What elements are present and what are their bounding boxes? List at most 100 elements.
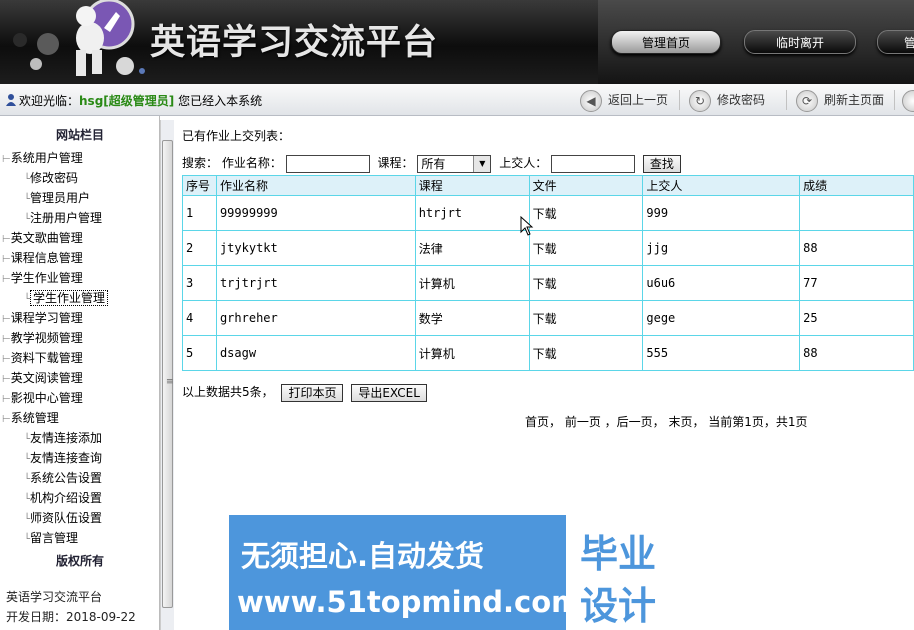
sidebar-group-courses[interactable]: ⊢课程信息管理 [2, 249, 83, 266]
sidebar-item-org-intro[interactable]: └机构介绍设置 [24, 489, 102, 506]
cell-index: 1 [182, 195, 217, 231]
toolbar-divider [894, 90, 895, 110]
sidebar-group-label: 系统用户管理 [10, 151, 83, 165]
homework-table: 序号 作业名称 课程 文件 上交人 成绩 1 99999999 htrjrt 下… [182, 175, 914, 371]
sidebar-item-teachers[interactable]: └师资队伍设置 [24, 509, 102, 526]
column-header: 作业名称 [215, 175, 416, 196]
list-title: 已有作业上交列表： [182, 129, 291, 143]
column-header: 上交人 [642, 175, 801, 196]
sidebar-item-link-add[interactable]: └友情连接添加 [24, 429, 102, 446]
course-select[interactable]: 所有 ▼ [417, 154, 492, 173]
cell-name: dsagw [215, 335, 416, 371]
sidebar-group-label: 影视中心管理 [10, 391, 83, 405]
more-toolbar-button[interactable] [902, 87, 914, 113]
sidebar-group-movies[interactable]: ⊢影视中心管理 [2, 389, 83, 406]
homework-name-label: 作业名称： [221, 156, 282, 170]
welcome-message: 欢迎光临：hsg[超级管理员] 您已经入本系统 [5, 92, 262, 109]
watermark-badge: 毕业 设计 [566, 515, 684, 630]
refresh-main-label: 刷新主页面 [824, 93, 885, 107]
tree-connector-icon: ⊢ [2, 354, 11, 365]
username: hsg[超级管理员] [79, 94, 175, 108]
submitter-input[interactable] [551, 154, 636, 173]
sidebar-item-announcement[interactable]: └系统公告设置 [24, 469, 102, 486]
column-header: 成绩 [799, 175, 914, 196]
submitter-label: 上交人： [499, 156, 548, 170]
sidebar-group-system-users[interactable]: ⊢系统用户管理 [2, 149, 83, 166]
mouse-cursor-icon [520, 216, 534, 236]
column-header: 课程 [414, 175, 530, 196]
tree-connector-icon: ⊢ [2, 154, 11, 165]
watermark-banner: 无须担心.自动发货 www.51topmind.com 毕业 设计 [229, 515, 684, 630]
back-button[interactable]: ◀ 返回上一页 [580, 87, 668, 113]
search-button[interactable]: 查找 [642, 154, 681, 173]
tree-connector-icon: ⊢ [2, 254, 11, 265]
sidebar-scrollbar[interactable]: ≡ [160, 120, 174, 630]
sidebar-item-admin-users[interactable]: └管理员用户 [24, 189, 90, 206]
sidebar-item-link-query[interactable]: └友情连接查询 [24, 449, 102, 466]
nav-home-button[interactable]: 管理首页 [611, 30, 721, 54]
sidebar-item-label: 留言管理 [30, 531, 79, 545]
refresh-circle-icon: ↻ [689, 89, 711, 112]
header-banner: 英语学习交流平台 管理首页 临时离开 管 [0, 0, 914, 84]
cell-submitter: 555 [642, 335, 801, 371]
pagination[interactable]: 首页， 前一页 ，后一页， 末页， 当前第1页，共1页 [525, 413, 808, 430]
sidebar-item-label: 管理员用户 [30, 191, 91, 205]
download-link[interactable]: 下载 [528, 300, 644, 336]
download-link[interactable]: 下载 [528, 195, 644, 231]
cell-score: 25 [799, 300, 914, 336]
sidebar-group-label: 课程学习管理 [10, 311, 83, 325]
export-excel-button[interactable]: 导出EXCEL [351, 383, 427, 402]
toolbar-divider [679, 90, 680, 110]
scroll-grip-icon: ≡ [166, 377, 174, 387]
sidebar-group-downloads[interactable]: ⊢资料下载管理 [2, 349, 83, 366]
more-icon [902, 89, 914, 112]
cell-index: 4 [182, 300, 217, 336]
tree-connector-icon: ⊢ [2, 314, 11, 325]
sidebar-group-songs[interactable]: ⊢英文歌曲管理 [2, 229, 83, 246]
sidebar-group-reading[interactable]: ⊢英文阅读管理 [2, 369, 83, 386]
sidebar-item-homework[interactable]: └ 学生作业管理 [24, 289, 109, 306]
watermark-badge-line2: 设计 [580, 584, 657, 628]
download-link[interactable]: 下载 [528, 335, 644, 371]
download-link[interactable]: 下载 [528, 230, 644, 266]
refresh-icon: ⟳ [796, 89, 818, 112]
sidebar-info-date-label: 开发日期： [6, 610, 67, 624]
sidebar-item-messages[interactable]: └留言管理 [24, 529, 78, 546]
tree-connector-icon: ⊢ [2, 414, 11, 425]
nav-leave-button[interactable]: 临时离开 [744, 30, 856, 54]
sidebar-group-label: 课程信息管理 [10, 251, 83, 265]
sidebar-title: 网站栏目 [56, 128, 105, 142]
cell-index: 3 [182, 265, 217, 301]
sidebar-group-label: 学生作业管理 [10, 271, 83, 285]
sidebar-group-system[interactable]: ⊢系统管理 [2, 409, 59, 426]
homework-name-input[interactable] [285, 154, 370, 173]
download-link[interactable]: 下载 [528, 265, 644, 301]
cell-submitter: jjg [642, 230, 801, 266]
cell-score: 88 [799, 335, 914, 371]
refresh-main-button[interactable]: ⟳ 刷新主页面 [796, 87, 884, 113]
sidebar-group-homework[interactable]: ⊢学生作业管理 [2, 269, 83, 286]
chevron-down-icon: ▼ [473, 155, 491, 172]
nav-more-button[interactable]: 管 [877, 30, 914, 54]
sidebar-footer-title: 版权所有 [56, 554, 105, 568]
sidebar-info: 英语学习交流平台 开发日期：2018-09-22 [6, 587, 136, 627]
cell-score: 77 [799, 265, 914, 301]
sidebar-item-label: 师资队伍设置 [30, 511, 103, 525]
change-password-label: 修改密码 [717, 93, 766, 107]
cell-name: trjtrjrt [215, 265, 416, 301]
sidebar-group-video[interactable]: ⊢教学视频管理 [2, 329, 83, 346]
sidebar-item-registered-users[interactable]: └注册用户管理 [24, 209, 102, 226]
column-header: 序号 [182, 175, 217, 196]
change-password-button[interactable]: ↻ 修改密码 [689, 87, 765, 113]
table-row: 5 dsagw 计算机 下载 555 88 [182, 335, 914, 371]
tree-connector-icon: ⊢ [2, 274, 11, 285]
sidebar-group-study[interactable]: ⊢课程学习管理 [2, 309, 83, 326]
nav-panel: 管理首页 临时离开 管 [598, 0, 914, 84]
print-button[interactable]: 打印本页 [281, 383, 344, 402]
search-bar: 搜索： 作业名称： 课程： 所有 ▼ 上交人： 查找 [182, 154, 681, 173]
scrollbar-thumb[interactable]: ≡ [162, 140, 174, 608]
tree-connector-icon: ⊢ [2, 334, 11, 345]
sidebar-item-label: 机构介绍设置 [30, 491, 103, 505]
sidebar-item-label: 注册用户管理 [30, 211, 103, 225]
sidebar-item-change-password[interactable]: └修改密码 [24, 169, 78, 186]
